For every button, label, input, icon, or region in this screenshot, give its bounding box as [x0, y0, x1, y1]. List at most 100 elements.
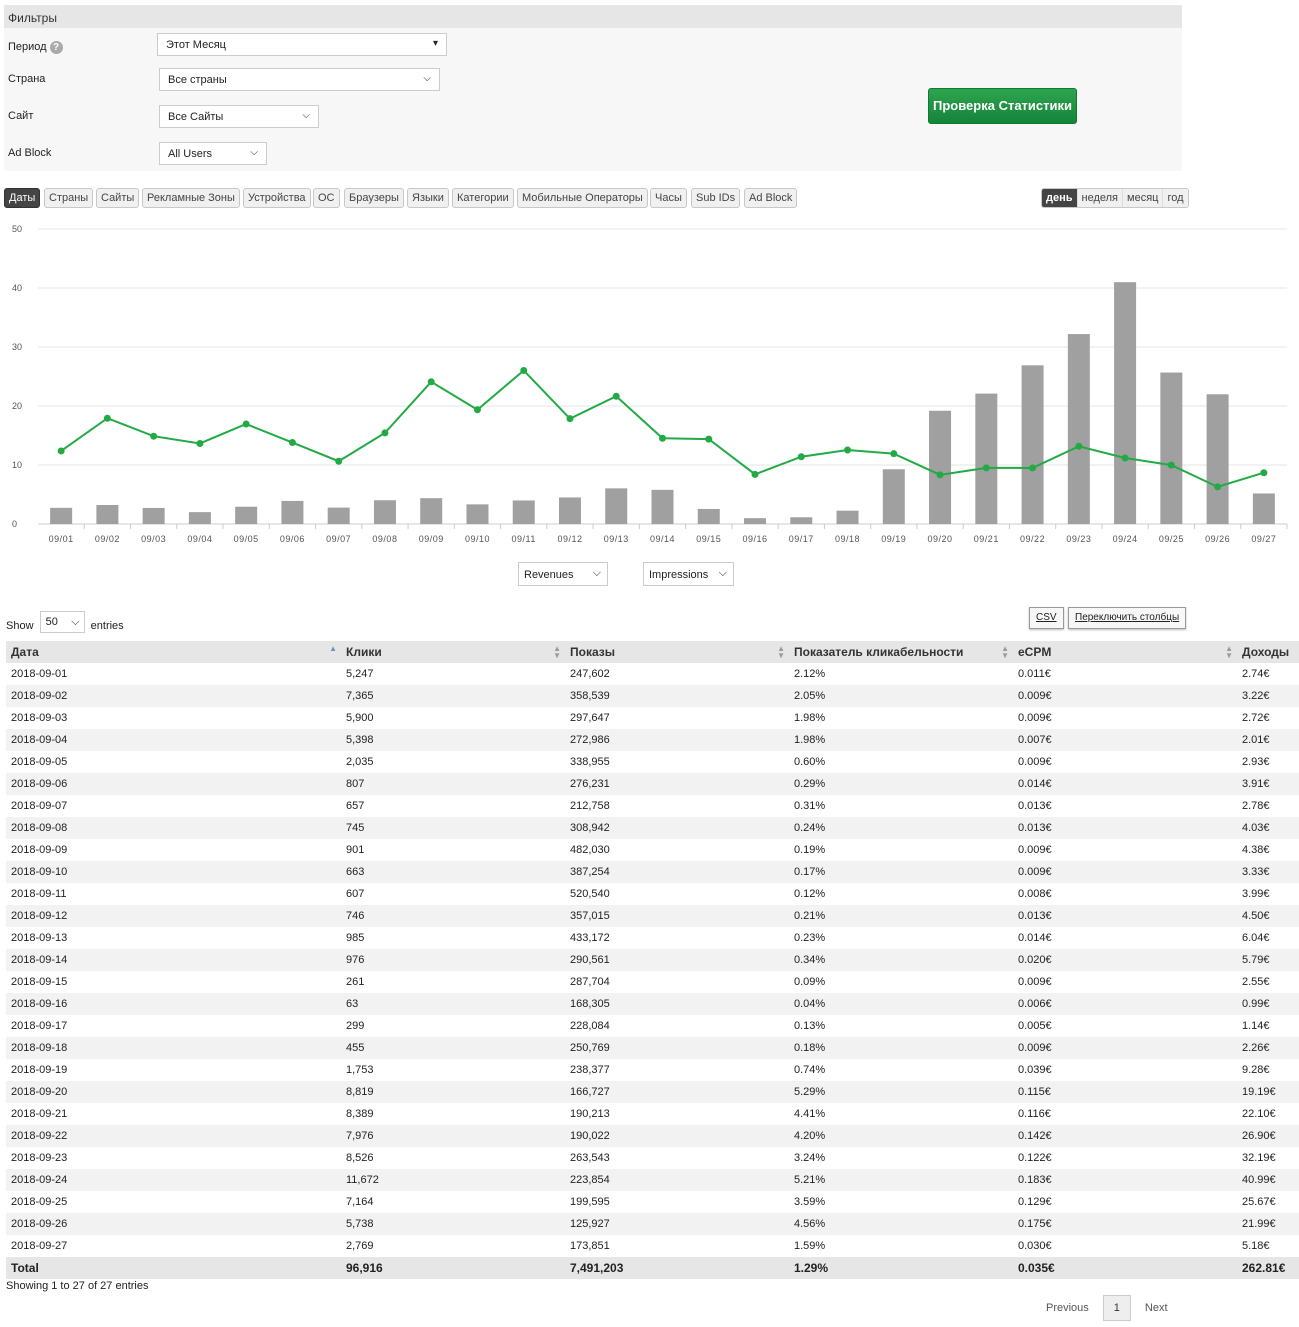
line-point: [427, 378, 435, 386]
tab-5[interactable]: ОС: [313, 188, 340, 208]
table-cell: 387,254: [565, 861, 789, 883]
table-cell: 166,727: [565, 1081, 789, 1103]
table-cell: 22.10€: [1242, 1108, 1276, 1120]
tab-11[interactable]: Sub IDs: [691, 188, 741, 208]
table-cell: 4.41%: [794, 1108, 826, 1120]
x-tick-label: 09/08: [372, 534, 397, 544]
table-cell: 6.04€: [1242, 932, 1270, 944]
line-point: [890, 450, 898, 458]
column-header-5[interactable]: Доходы: [1237, 641, 1299, 663]
x-tick-label: 09/02: [95, 534, 120, 544]
line-point: [797, 453, 805, 461]
table-cell: 308,942: [565, 817, 789, 839]
tab-7[interactable]: Языки: [407, 188, 449, 208]
table-cell: 0.008€: [1018, 888, 1052, 900]
bar: [235, 506, 258, 524]
table-cell: 263,543: [570, 1152, 610, 1164]
table-cell: 2018-09-12: [6, 905, 341, 927]
table-cell: 0.142€: [1013, 1125, 1237, 1147]
table-cell: 1.98%: [794, 712, 826, 724]
line-point: [751, 470, 759, 478]
tab-6[interactable]: Браузеры: [344, 188, 404, 208]
tab-1[interactable]: Страны: [44, 188, 94, 208]
table-cell: 2.26€: [1237, 1037, 1299, 1059]
table-cell: 2018-09-04: [6, 729, 341, 751]
check-stats-button[interactable]: Проверка Статистики: [928, 88, 1077, 124]
right-metric-select[interactable]: Impressions ⌵: [643, 562, 734, 586]
table-cell: 0.011€: [1018, 668, 1051, 680]
x-tick-label: 09/14: [650, 534, 675, 544]
left-metric-select[interactable]: Revenues ⌵: [518, 562, 608, 586]
table-cell: 5,900: [346, 712, 374, 724]
column-header-4[interactable]: eCPM ▲ ▼: [1013, 641, 1237, 663]
site-select[interactable]: Все Сайты ⌵: [159, 105, 319, 128]
toggle-columns-button[interactable]: Переключить столбцы: [1068, 607, 1187, 629]
period-0[interactable]: день: [1042, 189, 1077, 207]
table-cell: 8,819: [341, 1081, 565, 1103]
bar: [373, 500, 396, 524]
table-cell: 2,035: [346, 756, 374, 768]
sort-icon: ▲ ▼: [553, 644, 561, 660]
column-header-1[interactable]: Клики ▲ ▼: [341, 641, 565, 663]
page-1-button[interactable]: 1: [1102, 1295, 1131, 1321]
table-cell: 5,247: [346, 668, 374, 680]
table-cell: 0.12%: [794, 888, 826, 900]
table-row: 2018-09-21 8,389 190,213 4.41% 0.116€ 22.10€: [6, 1103, 1299, 1125]
table-cell: 3.33€: [1237, 861, 1299, 883]
table-cell: 287,704: [570, 976, 610, 988]
table-cell: 2018-09-21: [11, 1108, 68, 1120]
period-2[interactable]: месяц: [1122, 189, 1163, 207]
column-header-label: Доходы: [1242, 645, 1290, 659]
column-header-3[interactable]: Показатель кликабельности ▲ ▼: [789, 641, 1013, 663]
tab-8[interactable]: Категории: [452, 188, 514, 208]
table-cell: 3.22€: [1237, 685, 1299, 707]
tab-3[interactable]: Рекламные Зоны: [142, 188, 240, 208]
period-select[interactable]: Этот Месяц ▾: [157, 33, 447, 56]
column-header-2[interactable]: Показы ▲ ▼: [565, 641, 789, 663]
period-3[interactable]: год: [1162, 189, 1188, 207]
tab-2[interactable]: Сайты: [96, 188, 140, 208]
entries-select[interactable]: 50 ⌵: [39, 611, 85, 633]
previous-button[interactable]: Previous: [1046, 1302, 1089, 1314]
bar: [1021, 365, 1044, 524]
line-point: [288, 439, 296, 447]
line-point: [381, 429, 389, 437]
period-toggle: день неделя месяц год: [1041, 188, 1189, 208]
table-cell: 520,540: [570, 888, 610, 900]
table-row: 2018-09-22 7,976 190,022 4.20% 0.142€ 26.90€: [6, 1125, 1299, 1147]
table-cell: 223,854: [565, 1169, 789, 1191]
tab-0[interactable]: Даты: [4, 188, 41, 208]
table-row: 2018-09-01 5,247 247,602 2.12% 0.011€ 2.74€: [6, 663, 1299, 685]
table-cell: 3.99€: [1242, 888, 1270, 900]
period-1[interactable]: неделя: [1076, 189, 1123, 207]
tab-12[interactable]: Ad Block: [744, 188, 798, 208]
adblock-label: Ad Block: [8, 147, 52, 159]
table-row: 2018-09-23 8,526 263,543 3.24% 0.122€ 32.19€: [6, 1147, 1299, 1169]
table-cell: 657: [346, 800, 365, 812]
country-select[interactable]: Все страны ⌵: [159, 68, 440, 91]
tab-10[interactable]: Часы: [650, 188, 687, 208]
table-info: Showing 1 to 27 of 27 entries: [6, 1280, 149, 1292]
table-cell: 2018-09-24: [6, 1169, 341, 1191]
next-button[interactable]: Next: [1145, 1302, 1168, 1314]
csv-button[interactable]: CSV: [1029, 607, 1064, 629]
entries-value: 50: [45, 616, 58, 628]
x-tick-label: 09/07: [326, 534, 351, 544]
bar: [96, 505, 119, 524]
column-header-0[interactable]: Дата ▲: [6, 641, 341, 663]
x-tick-label: 09/01: [49, 534, 74, 544]
table-cell: 2018-09-13: [11, 932, 68, 944]
column-header-label: Показатель кликабельности: [794, 645, 964, 659]
table-cell: 2.74€: [1242, 668, 1270, 680]
chevron-down-icon: ⌵: [302, 110, 310, 121]
tab-4[interactable]: Устройства: [243, 188, 311, 208]
help-icon[interactable]: ?: [49, 41, 63, 54]
x-tick-label: 09/22: [1020, 534, 1045, 544]
table-cell: 607: [346, 888, 365, 900]
table-cell: 0.009€: [1013, 861, 1237, 883]
tab-9[interactable]: Мобильные Операторы: [517, 188, 648, 208]
table-cell: 2018-09-26: [6, 1213, 341, 1235]
adblock-select[interactable]: All Users ⌵: [159, 142, 267, 165]
table-row: 2018-09-26 5,738 125,927 4.56% 0.175€ 21.99€: [6, 1213, 1299, 1235]
table-cell: 4.03€: [1237, 817, 1299, 839]
